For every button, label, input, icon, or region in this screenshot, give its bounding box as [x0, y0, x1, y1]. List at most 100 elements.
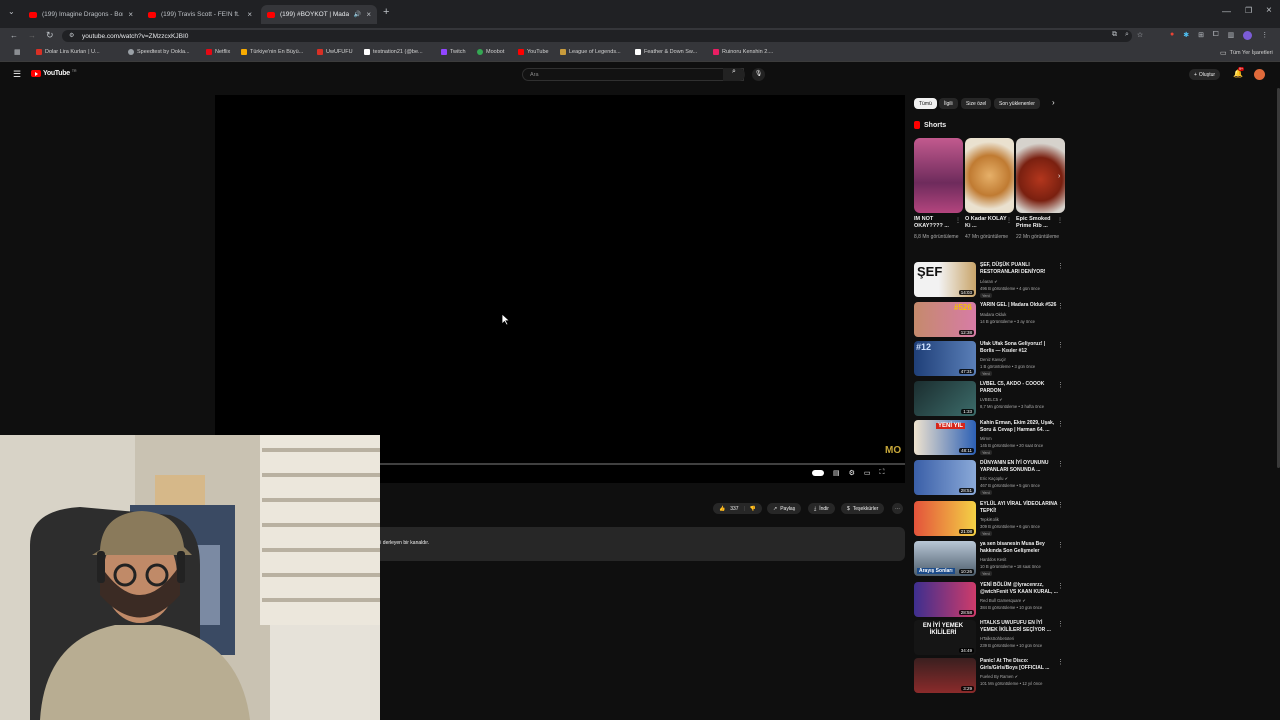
- bookmark-item[interactable]: Netflix: [206, 49, 230, 55]
- settings-gear-icon[interactable]: ⚙: [849, 469, 855, 477]
- url-field[interactable]: ⚙ youtube.com/watch?v=ZMzzcxKJBI0: [62, 30, 1132, 42]
- short-title[interactable]: Epic Smoked Prime Rib ...: [1016, 216, 1058, 230]
- like-icon[interactable]: 👍: [719, 506, 725, 512]
- bookmark-item[interactable]: Twitch: [441, 49, 466, 55]
- bookmark-item[interactable]: YouTube: [518, 49, 549, 55]
- more-actions-button[interactable]: ⋯: [892, 503, 903, 514]
- forward-icon[interactable]: →: [28, 31, 36, 40]
- extensions-puzzle-icon[interactable]: ⧠: [1213, 31, 1219, 40]
- recommendation-item[interactable]: ŞEF 14:03 ŞEF, DÜŞÜK PUANLI RESTORANLARI …: [914, 262, 1064, 300]
- video-thumbnail[interactable]: YENİ YIL 48:11: [914, 420, 976, 455]
- more-vert-icon[interactable]: ⋮: [1057, 420, 1064, 428]
- filter-chip-related[interactable]: İlgili: [939, 98, 958, 109]
- site-info-icon[interactable]: ⚙: [69, 32, 74, 39]
- youtube-logo[interactable]: YouTube TR: [31, 69, 76, 77]
- bookmark-item[interactable]: Türkiye'nin En Büyü...: [241, 49, 303, 55]
- bookmark-item[interactable]: Speedtest by Ookla...: [128, 49, 190, 55]
- more-vert-icon[interactable]: ⋮: [1057, 658, 1064, 666]
- more-vert-icon[interactable]: ⋮: [1006, 217, 1012, 224]
- share-button[interactable]: ↗ Paylaş: [767, 503, 802, 514]
- more-vert-icon[interactable]: ⋮: [1057, 302, 1064, 310]
- filter-chip-for-you[interactable]: Size özel: [961, 98, 992, 109]
- more-vert-icon[interactable]: ⋮: [1057, 541, 1064, 549]
- new-tab-icon[interactable]: +: [383, 6, 389, 18]
- bookmark-item[interactable]: Feather & Down Sw...: [635, 49, 697, 55]
- account-avatar[interactable]: [1254, 69, 1265, 80]
- short-title[interactable]: IM NOT OKAY???? ...: [914, 216, 956, 230]
- like-dislike-button[interactable]: 👍 337 | 👎: [713, 503, 763, 514]
- recommendation-item[interactable]: 28:58 YENİ BÖLÜM @lyracenrzz, @wtchFenit…: [914, 582, 1064, 620]
- video-player[interactable]: MO ▤ ⚙ ▭ ⛶: [215, 95, 905, 483]
- maximize-icon[interactable]: ❐: [1245, 6, 1252, 15]
- create-button[interactable]: + Oluştur: [1189, 69, 1221, 80]
- audio-playing-icon[interactable]: 🔊: [354, 11, 361, 18]
- voice-search-button[interactable]: 🎙: [752, 68, 765, 81]
- profile-avatar[interactable]: [1243, 31, 1253, 40]
- bookmark-item[interactable]: Dolar Lira Kurları | U...: [36, 49, 100, 55]
- close-tab-icon[interactable]: ×: [366, 10, 371, 19]
- filter-chip-all[interactable]: Tümü: [914, 98, 937, 109]
- apps-grid-icon[interactable]: ▦: [14, 48, 21, 56]
- bookmark-item[interactable]: UwUFUFU: [317, 49, 353, 55]
- thanks-button[interactable]: $ Teşekkürler: [841, 503, 885, 514]
- recommendation-item[interactable]: YENİ YIL 48:11 Kahin Erman, Ekim 2029, Uş…: [914, 420, 1064, 458]
- short-thumbnail[interactable]: [914, 138, 963, 213]
- bookmark-item[interactable]: Ruinoru Kenshin 2....: [713, 49, 773, 55]
- video-thumbnail[interactable]: 3:29: [914, 658, 976, 693]
- more-vert-icon[interactable]: ⋮: [1057, 620, 1064, 628]
- search-input[interactable]: Ara: [522, 68, 744, 81]
- search-button[interactable]: ⌕: [723, 68, 745, 81]
- tab-search-icon[interactable]: ⌄: [8, 7, 15, 16]
- tab-imagine-dragons[interactable]: (199) Imagine Dragons - Bone ×: [23, 5, 139, 24]
- extension-translate-icon[interactable]: ✱: [1183, 31, 1189, 40]
- recommendation-item[interactable]: Arayış Sonları 10:26 ya sen bisanesin Mus…: [914, 541, 1064, 579]
- hamburger-menu-icon[interactable]: ☰: [13, 69, 21, 80]
- bookmark-item[interactable]: League of Legends...: [560, 49, 621, 55]
- extension-red-icon[interactable]: ●: [1170, 31, 1174, 40]
- recommendation-item[interactable]: 3:29 Panic! At The Disco: Girls/Girls/Bo…: [914, 658, 1064, 696]
- close-tab-icon[interactable]: ×: [247, 10, 252, 19]
- video-thumbnail[interactable]: 1:33: [914, 381, 976, 416]
- sidebar-icon[interactable]: ▥: [1228, 31, 1235, 40]
- filter-chip-recent[interactable]: Son yüklenenler: [994, 98, 1040, 109]
- more-vert-icon[interactable]: ⋮: [1057, 381, 1064, 389]
- more-vert-icon[interactable]: ⋮: [1057, 262, 1064, 270]
- dislike-icon[interactable]: 👎: [750, 506, 756, 512]
- video-thumbnail[interactable]: EN İYİ YEMEK İKİLİLERİ 34:49: [914, 620, 976, 655]
- zoom-icon[interactable]: ⌕: [1125, 31, 1129, 39]
- minimize-icon[interactable]: —: [1222, 6, 1231, 16]
- more-vert-icon[interactable]: ⋮: [1057, 341, 1064, 349]
- close-window-icon[interactable]: ×: [1266, 5, 1272, 16]
- recommendation-item[interactable]: #526 12:38 YARIN GEL | Madara Olduk #526 …: [914, 302, 1064, 340]
- short-title[interactable]: O Kadar KOLAY Ki ...: [965, 216, 1007, 230]
- video-thumbnail[interactable]: #12 47:31: [914, 341, 976, 376]
- more-vert-icon[interactable]: ⋮: [955, 217, 961, 224]
- shorts-next-chevron-icon[interactable]: ›: [1058, 173, 1060, 180]
- autoplay-toggle[interactable]: [812, 470, 824, 476]
- short-thumbnail[interactable]: [965, 138, 1014, 213]
- extension-icon[interactable]: ⊞: [1198, 31, 1204, 40]
- bookmark-item[interactable]: testnation21 (@be...: [364, 49, 423, 55]
- more-vert-icon[interactable]: ⋮: [1057, 217, 1063, 224]
- bookmark-star-icon[interactable]: ☆: [1137, 31, 1143, 39]
- more-vert-icon[interactable]: ⋮: [1057, 501, 1064, 509]
- bookmark-item[interactable]: Moobot: [477, 49, 504, 55]
- chevron-right-icon[interactable]: ›: [1052, 98, 1055, 107]
- video-thumbnail[interactable]: ŞEF 14:03: [914, 262, 976, 297]
- video-thumbnail[interactable]: #526 12:38: [914, 302, 976, 337]
- tab-boykot-active[interactable]: (199) #BOYKOT | Madara O 🔊 ×: [261, 5, 377, 24]
- more-vert-icon[interactable]: ⋮: [1057, 582, 1064, 590]
- browser-menu-icon[interactable]: ⋮: [1261, 31, 1268, 40]
- recommendation-item[interactable]: #12 47:31 Ufak Ufak Sona Geliyoruz! | Bor…: [914, 341, 1064, 379]
- recommendation-item[interactable]: 1:33 LVBEL C5, AKDO - COOOK PARDON LVBEL…: [914, 381, 1064, 419]
- back-icon[interactable]: ←: [10, 31, 18, 40]
- close-tab-icon[interactable]: ×: [128, 10, 133, 19]
- video-thumbnail[interactable]: 21:08: [914, 501, 976, 536]
- reload-icon[interactable]: ↻: [46, 30, 54, 41]
- video-thumbnail[interactable]: Arayış Sonları 10:26: [914, 541, 976, 576]
- video-thumbnail[interactable]: 28:58: [914, 582, 976, 617]
- recommendation-item[interactable]: 28:51 DÜNYANIN EN İYİ OYUNUNU YAPANLARI …: [914, 460, 1064, 498]
- more-vert-icon[interactable]: ⋮: [1057, 460, 1064, 468]
- install-app-icon[interactable]: ⧉: [1112, 31, 1117, 39]
- tab-travis-scott[interactable]: (199) Travis Scott - FE!N ft. Play ×: [142, 5, 258, 24]
